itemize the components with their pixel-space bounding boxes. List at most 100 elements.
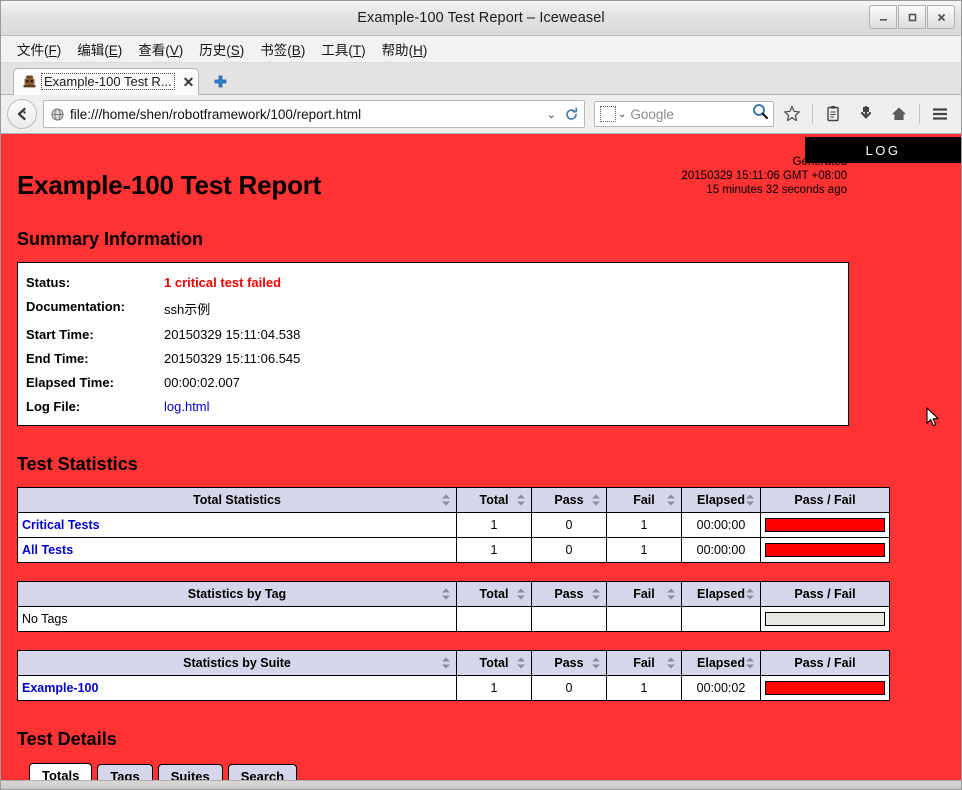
row-name-cell: Critical Tests xyxy=(17,512,457,538)
col-total[interactable]: Total xyxy=(456,581,532,607)
col-fail[interactable]: Fail xyxy=(606,487,682,513)
summary-heading: Summary Information xyxy=(17,229,204,249)
new-tab-button[interactable] xyxy=(211,72,229,90)
menu-file[interactable]: 文件(F) xyxy=(9,37,69,61)
row-elapsed xyxy=(681,606,761,632)
close-button[interactable] xyxy=(927,5,955,29)
col-pass-fail-label: Pass / Fail xyxy=(794,493,856,507)
col-pass[interactable]: Pass xyxy=(531,650,607,676)
maximize-button[interactable] xyxy=(898,5,926,29)
sort-icon[interactable] xyxy=(746,657,755,669)
col-total[interactable]: Total xyxy=(456,487,532,513)
tab-strip: Example-100 Test R... ✕ xyxy=(1,63,961,95)
critical-tests-link[interactable]: Critical Tests xyxy=(22,518,100,532)
col-total-statistics[interactable]: Total Statistics xyxy=(17,487,457,513)
search-engine-dropdown-icon[interactable]: ⌄ xyxy=(618,109,626,120)
menu-bookmarks[interactable]: 书签(B) xyxy=(252,37,313,61)
col-elapsed-label: Elapsed xyxy=(697,587,745,601)
menu-bookmarks-label: 书签 xyxy=(260,43,288,58)
pass-fail-graph xyxy=(765,681,885,695)
sort-icon[interactable] xyxy=(517,494,526,506)
row-elapsed: 00:00:00 xyxy=(681,537,761,563)
search-input[interactable]: Google xyxy=(630,107,752,122)
table-row: Critical Tests 1 0 1 00:00:00 xyxy=(17,512,890,538)
sort-icon[interactable] xyxy=(746,588,755,600)
fail-segment xyxy=(766,519,884,531)
browser-window: Example-100 Test Report – Iceweasel 文件(F… xyxy=(0,0,962,790)
sort-icon[interactable] xyxy=(442,494,451,506)
row-total: 1 xyxy=(456,537,532,563)
menu-view[interactable]: 查看(V) xyxy=(130,37,191,61)
row-total: 1 xyxy=(456,675,532,701)
row-pass: 0 xyxy=(531,512,607,538)
library-button[interactable] xyxy=(818,100,848,128)
col-elapsed[interactable]: Elapsed xyxy=(681,581,761,607)
col-fail-label: Fail xyxy=(633,656,655,670)
sort-icon[interactable] xyxy=(592,588,601,600)
sort-icon[interactable] xyxy=(667,494,676,506)
summary-row-start-time: Start Time: 20150329 15:11:04.538 xyxy=(26,323,840,347)
col-statistics-by-suite[interactable]: Statistics by Suite xyxy=(17,650,457,676)
home-button[interactable] xyxy=(884,100,914,128)
search-bar[interactable]: ⌄ Google xyxy=(594,101,774,127)
menu-tools-mnemonic: T xyxy=(352,43,362,58)
menu-edit[interactable]: 编辑(E) xyxy=(69,37,130,61)
col-pass[interactable]: Pass xyxy=(531,581,607,607)
globe-icon xyxy=(50,107,65,122)
summary-value-start-time: 20150329 15:11:04.538 xyxy=(164,327,301,342)
col-elapsed[interactable]: Elapsed xyxy=(681,650,761,676)
menu-help[interactable]: 帮助(H) xyxy=(374,37,436,61)
home-icon xyxy=(892,107,906,120)
col-fail[interactable]: Fail xyxy=(606,650,682,676)
col-total[interactable]: Total xyxy=(456,650,532,676)
reload-icon[interactable] xyxy=(562,105,580,123)
sort-icon[interactable] xyxy=(517,588,526,600)
sort-icon[interactable] xyxy=(592,657,601,669)
col-statistics-by-tag[interactable]: Statistics by Tag xyxy=(17,581,457,607)
sort-icon[interactable] xyxy=(667,588,676,600)
url-bar[interactable]: file:///home/shen/robotframework/100/rep… xyxy=(43,100,585,128)
search-icon[interactable] xyxy=(752,103,769,125)
col-elapsed[interactable]: Elapsed xyxy=(681,487,761,513)
downloads-button[interactable] xyxy=(851,100,881,128)
menu-tools-label: 工具 xyxy=(321,43,349,58)
tab-totals[interactable]: Totals xyxy=(29,763,93,780)
summary-row-documentation: Documentation: ssh示例 xyxy=(26,295,840,323)
minimize-button[interactable] xyxy=(869,5,897,29)
tab-tags[interactable]: Tags xyxy=(97,764,153,780)
row-pass-fail-bar xyxy=(760,512,890,538)
pass-fail-graph xyxy=(765,543,885,557)
col-pass[interactable]: Pass xyxy=(531,487,607,513)
row-elapsed: 00:00:02 xyxy=(681,675,761,701)
tab-search[interactable]: Search xyxy=(227,764,298,780)
col-pass-label: Pass xyxy=(554,656,584,670)
sort-icon[interactable] xyxy=(592,494,601,506)
menu-history[interactable]: 历史(S) xyxy=(191,37,252,61)
sort-icon[interactable] xyxy=(517,657,526,669)
col-fail[interactable]: Fail xyxy=(606,581,682,607)
window-title: Example-100 Test Report – Iceweasel xyxy=(357,10,605,26)
row-name-cell: Example-100 xyxy=(17,675,457,701)
browser-tab[interactable]: Example-100 Test R... ✕ xyxy=(13,68,200,95)
back-button[interactable] xyxy=(7,99,37,129)
menu-tools[interactable]: 工具(T) xyxy=(313,37,373,61)
log-file-link[interactable]: log.html xyxy=(164,399,210,414)
sort-icon[interactable] xyxy=(667,657,676,669)
col-pass-fail-label: Pass / Fail xyxy=(794,587,856,601)
bookmark-star-button[interactable] xyxy=(777,100,807,128)
summary-label-end-time: End Time: xyxy=(26,351,89,366)
summary-value-documentation: ssh示例 xyxy=(164,302,211,317)
suite-example-100-link[interactable]: Example-100 xyxy=(22,681,98,695)
log-button[interactable]: LOG xyxy=(805,137,961,163)
menu-button[interactable] xyxy=(925,100,955,128)
all-tests-link[interactable]: All Tests xyxy=(22,543,73,557)
row-elapsed: 00:00:00 xyxy=(681,512,761,538)
sort-icon[interactable] xyxy=(442,588,451,600)
tab-suites[interactable]: Suites xyxy=(157,764,223,780)
search-engine-icon[interactable] xyxy=(600,106,616,122)
sort-icon[interactable] xyxy=(442,657,451,669)
col-statistics-by-suite-label: Statistics by Suite xyxy=(183,656,291,670)
url-dropdown-icon[interactable]: ⌄ xyxy=(541,108,562,121)
sort-icon[interactable] xyxy=(746,494,755,506)
tab-close-icon[interactable]: ✕ xyxy=(183,75,195,89)
